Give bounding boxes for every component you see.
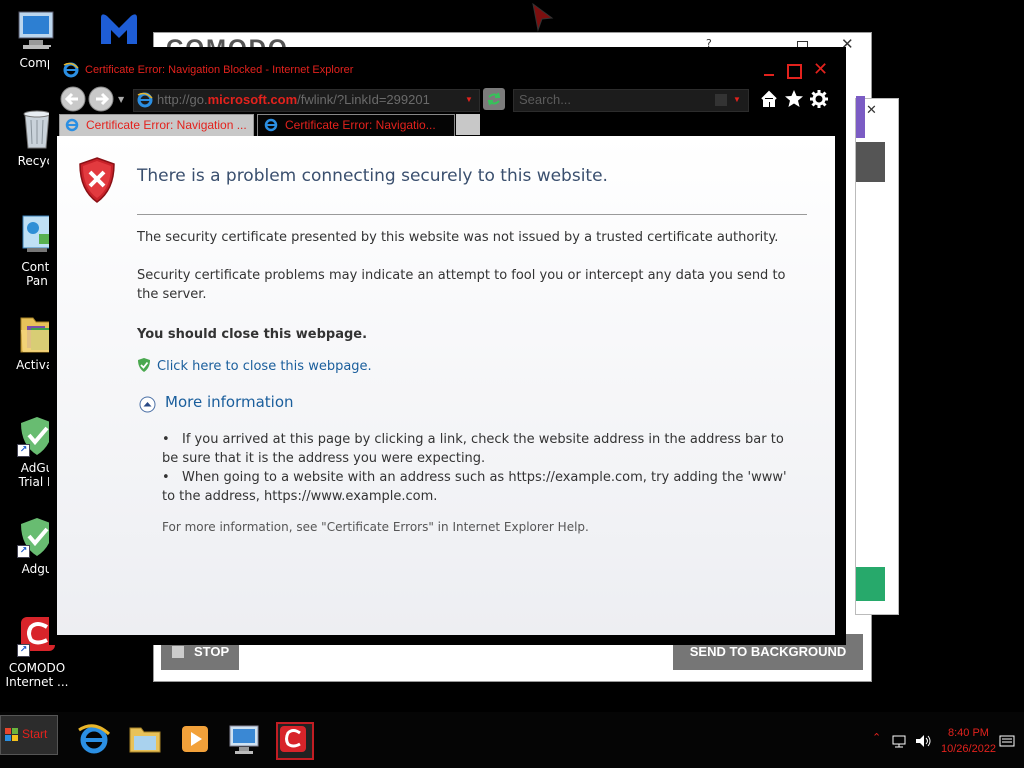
shield-error-icon xyxy=(77,156,117,208)
bullet-text: If you arrived at this page by clicking … xyxy=(162,432,784,466)
info-bullet: • When going to a website with an addres… xyxy=(162,468,802,506)
url-text: http://go.microsoft.com/fwlink/?LinkId=2… xyxy=(157,90,430,110)
address-bar[interactable]: http://go.microsoft.com/fwlink/?LinkId=2… xyxy=(133,89,480,112)
taskbar-ie-icon[interactable] xyxy=(77,722,111,756)
stop-label: STOP xyxy=(194,644,230,659)
taskbar-comodo-icon[interactable] xyxy=(276,722,314,760)
search-provider-icon[interactable] xyxy=(715,94,727,106)
page-heading: There is a problem connecting securely t… xyxy=(137,166,608,186)
warning-message: Security certificate problems may indica… xyxy=(137,268,786,302)
error-page: There is a problem connecting securely t… xyxy=(57,136,835,635)
clock-date[interactable]: 10/26/2022 xyxy=(941,743,996,755)
forward-button[interactable] xyxy=(87,86,115,117)
show-desktop-button[interactable] xyxy=(999,733,1015,752)
bullet-text: When going to a website with an address … xyxy=(162,470,787,504)
maximize-button[interactable] xyxy=(787,64,802,79)
search-dropdown-icon[interactable]: ▼ xyxy=(733,90,741,110)
refresh-button[interactable] xyxy=(483,88,505,110)
collapse-icon[interactable] xyxy=(139,396,156,417)
close-webpage-link[interactable]: Click here to close this webpage. xyxy=(157,357,372,376)
gear-icon xyxy=(810,90,828,108)
window-title: Certificate Error: Navigation Blocked - … xyxy=(85,64,354,76)
green-shield-icon xyxy=(137,357,151,377)
show-hidden-icons-button[interactable]: ⌃ xyxy=(872,731,881,744)
keyboard-icon xyxy=(999,735,1015,747)
tab-label: Certificate Error: Navigatio... xyxy=(285,118,436,132)
shortcut-arrow-icon: ↗ xyxy=(17,444,30,457)
tab-ie-icon xyxy=(264,118,278,136)
heading-divider xyxy=(137,214,807,215)
bullet-dot: • xyxy=(162,432,170,447)
clock-time[interactable]: 8:40 PM xyxy=(948,727,989,739)
side-panel-gray-block xyxy=(856,142,885,182)
shortcut-arrow-icon: ↗ xyxy=(17,545,30,558)
bullet-dot: • xyxy=(162,470,170,485)
page-ie-icon xyxy=(137,92,153,114)
minimize-button[interactable] xyxy=(761,60,777,76)
home-icon xyxy=(761,90,777,107)
side-panel-purple-bar xyxy=(856,96,865,138)
desktop-icon-label: COMODO Internet ... xyxy=(5,661,69,689)
star-icon xyxy=(785,90,803,107)
start-label: Start xyxy=(22,727,48,741)
favorites-button[interactable] xyxy=(784,89,804,113)
malwarebytes-icon xyxy=(97,10,137,52)
close-button[interactable]: ✕ xyxy=(813,59,828,80)
tab-certificate-error-1[interactable]: Certificate Error: Navigation ... xyxy=(59,114,254,137)
url-prefix: http://go. xyxy=(157,92,208,107)
home-button[interactable] xyxy=(760,90,778,112)
more-information-toggle[interactable]: More information xyxy=(165,393,294,411)
taskbar-media-player-icon[interactable] xyxy=(178,722,212,756)
ie-logo-icon xyxy=(63,62,79,82)
comodo-logo: COMODO xyxy=(166,34,289,48)
windows-logo-icon xyxy=(5,728,18,741)
stop-checkbox-icon xyxy=(172,646,184,658)
start-button[interactable]: Start xyxy=(0,715,58,755)
address-dropdown-icon[interactable]: ▼ xyxy=(465,90,473,110)
back-button[interactable] xyxy=(59,86,87,117)
url-domain: microsoft.com xyxy=(207,92,298,107)
tools-button[interactable] xyxy=(809,89,829,113)
history-dropdown-icon[interactable]: ▼ xyxy=(118,95,124,104)
minimize-icon xyxy=(764,74,774,76)
url-suffix: /fwlink/?LinkId=299201 xyxy=(297,92,430,107)
search-placeholder: Search... xyxy=(519,92,572,107)
volume-icon[interactable] xyxy=(914,733,932,753)
certificate-message: The security certificate presented by th… xyxy=(137,230,779,245)
network-icon[interactable] xyxy=(891,733,907,753)
info-bullet: • If you arrived at this page by clickin… xyxy=(162,430,802,468)
cursor-icon xyxy=(530,2,556,36)
tab-label: Certificate Error: Navigation ... xyxy=(86,118,247,132)
side-panel-close-button[interactable]: ✕ xyxy=(866,103,877,118)
comodo-side-panel: ✕ xyxy=(855,96,899,615)
recommendation: You should close this webpage. xyxy=(137,327,368,342)
help-footer: For more information, see "Certificate E… xyxy=(162,520,589,534)
shortcut-arrow-icon: ↗ xyxy=(17,644,30,657)
search-input[interactable]: Search... ▼ xyxy=(513,89,749,112)
tab-ie-icon xyxy=(65,118,79,136)
taskbar-explorer-icon[interactable] xyxy=(128,722,162,756)
side-panel-green-block xyxy=(856,567,885,601)
taskbar-remote-desktop-icon[interactable] xyxy=(227,722,261,756)
computer-icon xyxy=(17,10,57,52)
new-tab-button[interactable] xyxy=(456,114,480,135)
refresh-icon xyxy=(487,92,501,106)
tab-certificate-error-2[interactable]: Certificate Error: Navigatio... xyxy=(257,114,455,137)
